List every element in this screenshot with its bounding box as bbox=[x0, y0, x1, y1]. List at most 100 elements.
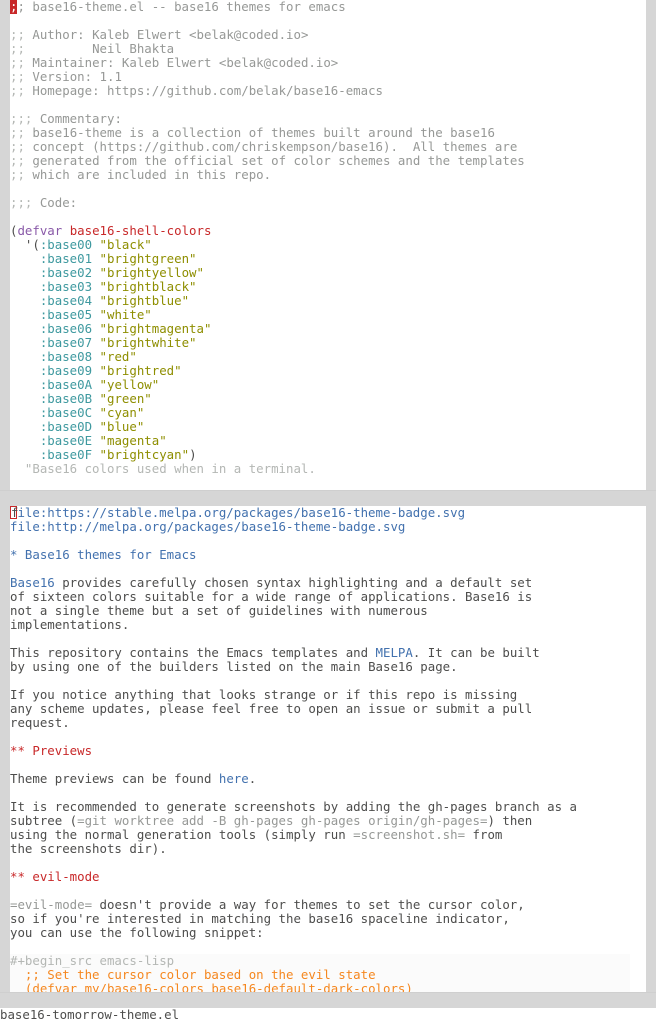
text-span: ;; bbox=[10, 139, 33, 154]
org-line: =evil-mode= doesn't provide a way for th… bbox=[10, 898, 630, 912]
text-span bbox=[10, 377, 40, 392]
fringe-right-org bbox=[646, 506, 656, 992]
text-span: which are included in this repo. bbox=[32, 167, 272, 182]
text-span bbox=[92, 433, 99, 448]
modeline-org[interactable]: -:--- README.org Top L1 Git-master (Org) bbox=[0, 992, 656, 1008]
org-line: #+begin_src emacs-lisp bbox=[10, 954, 630, 968]
elisp-line: ;;; Code: bbox=[10, 196, 630, 210]
text-span: Theme previews can be found bbox=[10, 771, 219, 786]
text-span bbox=[92, 321, 99, 336]
modeline-elisp[interactable]: -:--- base16-theme.el Top L1 Git-master … bbox=[0, 490, 656, 506]
elisp-line: :base06 "brightmagenta" bbox=[10, 322, 630, 336]
elisp-buffer-text[interactable]: ;; base16-theme.el -- base16 themes for … bbox=[10, 0, 630, 490]
text-span bbox=[92, 363, 99, 378]
text-span: '( bbox=[10, 237, 40, 252]
text-span bbox=[10, 321, 40, 336]
elisp-line bbox=[10, 210, 630, 224]
elisp-line: ;; base16-theme is a collection of theme… bbox=[10, 126, 630, 140]
org-line: using the normal generation tools (simpl… bbox=[10, 828, 630, 842]
elisp-line: ;;; Commentary: bbox=[10, 112, 630, 126]
text-span: generated from the official set of color… bbox=[32, 153, 525, 168]
window-org[interactable]: file:https://stable.melpa.org/packages/b… bbox=[0, 506, 656, 1008]
text-span: MELPA bbox=[375, 645, 413, 660]
text-span: ;; bbox=[10, 41, 33, 56]
scrollbar-org[interactable] bbox=[630, 506, 646, 992]
elisp-line: ;; Version: 1.1 bbox=[10, 70, 630, 84]
text-span: ;;; bbox=[10, 111, 40, 126]
text-span: so if you're interested in matching the … bbox=[10, 911, 510, 926]
org-line bbox=[10, 674, 630, 688]
text-span: Author: Kaleb Elwert <belak@coded.io> bbox=[32, 27, 309, 42]
text-span bbox=[10, 293, 40, 308]
org-line: Base16 provides carefully chosen syntax … bbox=[10, 576, 630, 590]
text-span: ** Previews bbox=[10, 743, 93, 758]
elisp-line: :base08 "red" bbox=[10, 350, 630, 364]
org-line: ;; Set the cursor color based on the evi… bbox=[10, 968, 630, 982]
text-span: from bbox=[465, 827, 503, 842]
elisp-line: "Base16 colors used when in a terminal. bbox=[10, 462, 630, 476]
text-span: not a single theme but a set of guidelin… bbox=[10, 603, 428, 618]
text-span: ; base16-theme.el -- base16 themes for e… bbox=[17, 0, 346, 14]
org-line: of sixteen colors suitable for a wide ra… bbox=[10, 590, 630, 604]
text-span bbox=[92, 419, 99, 434]
text-span: If you notice anything that looks strang… bbox=[10, 687, 518, 702]
text-span: ;; Set the cursor color based on the evi… bbox=[10, 967, 376, 982]
text-span bbox=[92, 237, 99, 252]
text-span: :base03 bbox=[39, 279, 93, 294]
text-span: (defvar my/base16-colors base16-default-… bbox=[10, 981, 413, 993]
text-span: using the normal generation tools (simpl… bbox=[10, 827, 354, 842]
org-line: the screenshots dir). bbox=[10, 842, 630, 856]
text-span: Base16 bbox=[10, 575, 55, 590]
elisp-line: ;; concept (https://github.com/chriskemp… bbox=[10, 140, 630, 154]
text-span: :base01 bbox=[39, 251, 93, 266]
elisp-line bbox=[10, 14, 630, 28]
text-span: ;;; bbox=[10, 195, 40, 210]
text-span: :base0A bbox=[39, 377, 93, 392]
text-span bbox=[10, 419, 40, 434]
text-span bbox=[92, 279, 99, 294]
text-span bbox=[92, 293, 99, 308]
text-span: any scheme updates, please feel free to … bbox=[10, 701, 533, 716]
text-span: ;; bbox=[10, 27, 33, 42]
scrollbar-elisp[interactable] bbox=[630, 0, 646, 490]
text-span: :base0E bbox=[39, 433, 93, 448]
text-span: :base07 bbox=[39, 335, 93, 350]
window-elisp[interactable]: ;; base16-theme.el -- base16 themes for … bbox=[0, 0, 656, 506]
text-span: by using one of the builders listed on t… bbox=[10, 659, 458, 674]
text-span: of sixteen colors suitable for a wide ra… bbox=[10, 589, 533, 604]
text-span: "cyan" bbox=[99, 405, 145, 420]
org-line: file:https://stable.melpa.org/packages/b… bbox=[10, 506, 630, 520]
text-span bbox=[92, 405, 99, 420]
text-span: "black" bbox=[99, 237, 152, 252]
window-elisp-body[interactable]: ;; base16-theme.el -- base16 themes for … bbox=[0, 0, 656, 490]
window-org-body[interactable]: file:https://stable.melpa.org/packages/b… bbox=[0, 506, 656, 992]
text-span bbox=[92, 377, 99, 392]
org-buffer-text[interactable]: file:https://stable.melpa.org/packages/b… bbox=[10, 506, 630, 992]
text-span: Code: bbox=[39, 195, 78, 210]
text-span bbox=[10, 251, 40, 266]
text-span: :base0D bbox=[39, 419, 93, 434]
minibuffer[interactable]: base16-tomorrow-theme.el bbox=[0, 1008, 656, 1022]
elisp-line: :base0A "yellow" bbox=[10, 378, 630, 392]
elisp-line bbox=[10, 98, 630, 112]
text-span: Homepage: https://github.com/belak/base1… bbox=[32, 83, 384, 98]
text-span: :base0B bbox=[39, 391, 93, 406]
text-span bbox=[10, 405, 40, 420]
elisp-line: :base0F "brightcyan") bbox=[10, 448, 630, 462]
text-span: :base0C bbox=[39, 405, 93, 420]
org-line bbox=[10, 632, 630, 646]
text-span: . bbox=[248, 771, 257, 786]
elisp-line: :base04 "brightblue" bbox=[10, 294, 630, 308]
text-span: "yellow" bbox=[99, 377, 160, 392]
text-span bbox=[10, 335, 40, 350]
text-span bbox=[10, 265, 40, 280]
elisp-line: ;; Maintainer: Kaleb Elwert <belak@coded… bbox=[10, 56, 630, 70]
text-span: ;; bbox=[10, 83, 33, 98]
text-span bbox=[92, 265, 99, 280]
elisp-line: ;; base16-theme.el -- base16 themes for … bbox=[10, 0, 630, 14]
text-span: "brightmagenta" bbox=[99, 321, 212, 336]
text-span bbox=[92, 447, 99, 462]
text-span bbox=[92, 349, 99, 364]
text-span: file:http://melpa.org/packages/base16-th… bbox=[10, 519, 406, 534]
org-line bbox=[10, 730, 630, 744]
